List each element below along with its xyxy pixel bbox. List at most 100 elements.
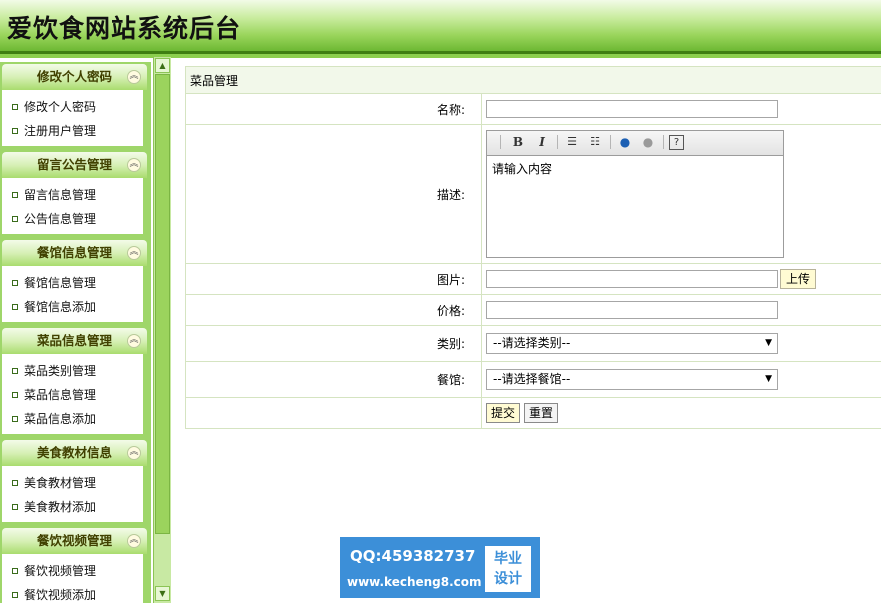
main-content: 菜品管理 名称: 描述: B I ☰ ☷ ● ● ? 请输入内容 图片: 上传 … <box>185 66 881 429</box>
dish-form: 菜品管理 名称: 描述: B I ☰ ☷ ● ● ? 请输入内容 图片: 上传 … <box>185 66 881 429</box>
watermark-qq: QQ:459382737 <box>350 547 476 565</box>
bullet-icon <box>12 591 18 598</box>
submit-button[interactable]: 提交 <box>486 403 521 423</box>
sidebar-item-label: 公告信息管理 <box>24 212 97 226</box>
menu-group-videos: 餐饮视频管理 ︽ 餐饮视频管理 餐饮视频添加 <box>0 528 148 603</box>
form-heading: 菜品管理 <box>185 66 881 94</box>
badge-line2: 设计 <box>494 571 522 587</box>
sidebar-item-message-management[interactable]: 留言信息管理 <box>2 183 143 207</box>
menu-group-messages: 留言公告管理 ︽ 留言信息管理 公告信息管理 <box>0 152 148 234</box>
menu-title-label: 餐饮视频管理 <box>36 533 112 548</box>
toolbar-separator <box>557 135 558 149</box>
bullet-icon <box>12 503 18 510</box>
toolbar-separator <box>663 135 664 149</box>
watermark-url: www.kecheng8.com <box>347 575 482 589</box>
actions-label-cell <box>185 397 482 429</box>
chevron-up-icon[interactable]: ︽ <box>127 534 141 548</box>
sidebar-item-change-password[interactable]: 修改个人密码 <box>2 95 143 119</box>
menu-title-restaurants[interactable]: 餐馆信息管理 ︽ <box>2 240 147 266</box>
image-input[interactable] <box>486 270 778 288</box>
bullet-icon <box>12 215 18 222</box>
restaurant-selected-value: --请选择餐馆-- <box>493 372 571 386</box>
menu-group-tutorials: 美食教材信息 ︽ 美食教材管理 美食教材添加 <box>0 440 148 522</box>
sidebar-item-dish-category[interactable]: 菜品类别管理 <box>2 359 143 383</box>
sidebar-item-video-add[interactable]: 餐饮视频添加 <box>2 583 143 603</box>
bullet-icon <box>12 367 18 374</box>
scroll-thumb[interactable] <box>155 74 170 534</box>
menu-title-label: 餐馆信息管理 <box>36 245 112 260</box>
bullet-icon <box>12 415 18 422</box>
upload-button[interactable]: 上传 <box>780 269 817 289</box>
app-title: 爱饮食网站系统后台 <box>7 14 242 43</box>
ordered-list-icon[interactable]: ☰ <box>563 134 581 150</box>
rich-text-editor[interactable]: B I ☰ ☷ ● ● ? 请输入内容 <box>486 130 784 258</box>
sidebar-item-restaurant-add[interactable]: 餐馆信息添加 <box>2 295 143 319</box>
chevron-up-icon[interactable]: ︽ <box>127 246 141 260</box>
menu-group-password: 修改个人密码 ︽ 修改个人密码 注册用户管理 <box>0 64 148 146</box>
app-header: 爱饮食网站系统后台 <box>0 0 881 51</box>
italic-icon[interactable]: I <box>533 134 551 150</box>
sidebar-item-dish-management[interactable]: 菜品信息管理 <box>2 383 143 407</box>
sidebar-item-label: 餐饮视频管理 <box>24 564 97 578</box>
price-label: 价格: <box>185 294 482 326</box>
sidebar-item-label: 美食教材管理 <box>24 476 97 490</box>
unlink-icon[interactable]: ● <box>639 134 657 150</box>
bullet-icon <box>12 103 18 110</box>
toolbar-separator <box>500 135 501 149</box>
scroll-up-arrow-icon[interactable]: ▲ <box>155 58 170 73</box>
sidebar: 修改个人密码 ︽ 修改个人密码 注册用户管理 留言公告管理 ︽ 留言信息管理 公… <box>0 62 151 603</box>
bullet-icon <box>12 303 18 310</box>
sidebar-item-video-management[interactable]: 餐饮视频管理 <box>2 559 143 583</box>
sidebar-item-user-management[interactable]: 注册用户管理 <box>2 119 143 143</box>
sidebar-item-notice-management[interactable]: 公告信息管理 <box>2 207 143 231</box>
menu-group-restaurants: 餐馆信息管理 ︽ 餐馆信息管理 餐馆信息添加 <box>0 240 148 322</box>
chevron-up-icon[interactable]: ︽ <box>127 158 141 172</box>
watermark-badge: 毕业 设计 <box>485 546 531 592</box>
sidebar-scrollbar[interactable]: ▲ ▼ <box>153 57 171 603</box>
unordered-list-icon[interactable]: ☷ <box>586 134 604 150</box>
dropdown-arrow-icon: ▼ <box>765 374 772 384</box>
sidebar-item-restaurant-management[interactable]: 餐馆信息管理 <box>2 271 143 295</box>
restaurant-select[interactable]: --请选择餐馆-- ▼ <box>486 369 778 390</box>
sidebar-item-label: 餐饮视频添加 <box>24 588 97 602</box>
menu-group-dishes: 菜品信息管理 ︽ 菜品类别管理 菜品信息管理 菜品信息添加 <box>0 328 148 434</box>
badge-line1: 毕业 <box>494 551 522 567</box>
chevron-up-icon[interactable]: ︽ <box>127 70 141 84</box>
bullet-icon <box>12 191 18 198</box>
bullet-icon <box>12 279 18 286</box>
sidebar-item-dish-add[interactable]: 菜品信息添加 <box>2 407 143 431</box>
sidebar-item-tutorial-management[interactable]: 美食教材管理 <box>2 471 143 495</box>
menu-title-messages[interactable]: 留言公告管理 ︽ <box>2 152 147 178</box>
help-icon[interactable]: ? <box>669 135 684 150</box>
editor-content[interactable]: 请输入内容 <box>487 156 783 181</box>
bullet-icon <box>12 391 18 398</box>
sidebar-item-tutorial-add[interactable]: 美食教材添加 <box>2 495 143 519</box>
category-selected-value: --请选择类别-- <box>493 336 571 350</box>
editor-toolbar: B I ☰ ☷ ● ● ? <box>487 131 783 156</box>
menu-title-label: 美食教材信息 <box>36 445 112 460</box>
scroll-down-arrow-icon[interactable]: ▼ <box>155 586 170 601</box>
menu-title-tutorials[interactable]: 美食教材信息 ︽ <box>2 440 147 466</box>
menu-title-dishes[interactable]: 菜品信息管理 ︽ <box>2 328 147 354</box>
menu-title-password[interactable]: 修改个人密码 ︽ <box>2 64 147 90</box>
link-icon[interactable]: ● <box>616 134 634 150</box>
sidebar-item-label: 餐馆信息添加 <box>24 300 97 314</box>
price-input[interactable] <box>486 301 778 319</box>
category-select[interactable]: --请选择类别-- ▼ <box>486 333 778 354</box>
bold-icon[interactable]: B <box>509 134 527 150</box>
menu-title-videos[interactable]: 餐饮视频管理 ︽ <box>2 528 147 554</box>
watermark-banner: QQ:459382737 www.kecheng8.com 毕业 设计 <box>340 537 540 598</box>
sidebar-item-label: 修改个人密码 <box>24 100 97 114</box>
chevron-up-icon[interactable]: ︽ <box>127 446 141 460</box>
restaurant-label: 餐馆: <box>185 361 482 398</box>
sidebar-item-label: 菜品类别管理 <box>24 364 97 378</box>
reset-button[interactable]: 重置 <box>524 403 559 423</box>
name-input[interactable] <box>486 100 778 118</box>
chevron-up-icon[interactable]: ︽ <box>127 334 141 348</box>
bullet-icon <box>12 567 18 574</box>
dropdown-arrow-icon: ▼ <box>765 338 772 348</box>
toolbar-separator <box>610 135 611 149</box>
sidebar-item-label: 留言信息管理 <box>24 188 97 202</box>
name-label: 名称: <box>185 93 482 125</box>
sidebar-item-label: 注册用户管理 <box>24 124 97 138</box>
